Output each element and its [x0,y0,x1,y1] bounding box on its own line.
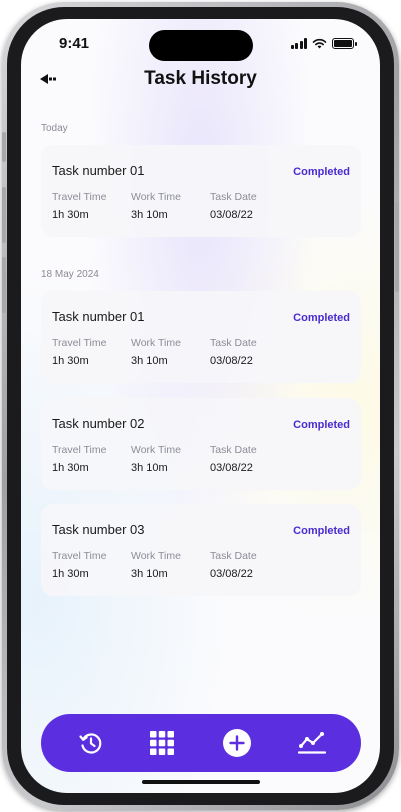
add-icon [223,729,251,757]
status-badge: Completed [293,419,350,431]
task-date-field: Task Date 03/08/22 [210,444,257,474]
field-value: 03/08/22 [210,568,253,580]
nav-chart-button[interactable] [297,728,327,758]
task-card[interactable]: Task number 02 Completed Travel Time 1h … [41,398,361,490]
field-label: Task Date [210,337,257,349]
field-value: 1h 30m [52,355,89,367]
volume-up-button [2,187,6,243]
battery-icon [332,38,357,49]
field-label: Task Date [210,444,257,456]
status-icons [290,38,357,49]
status-badge: Completed [293,166,350,178]
field-label: Task Date [210,191,257,203]
bottom-nav [41,714,361,772]
status-badge: Completed [293,525,350,537]
field-label: Task Date [210,550,257,562]
travel-time-field: Travel Time 1h 30m [52,550,106,580]
work-time-field: Work Time 3h 10m [131,444,181,474]
field-label: Work Time [131,444,181,456]
volume-down-button [2,257,6,313]
power-button [395,202,399,292]
task-date-field: Task Date 03/08/22 [210,550,257,580]
action-button [2,132,6,162]
travel-time-field: Travel Time 1h 30m [52,191,106,221]
task-card[interactable]: Task number 01 Completed Travel Time 1h … [41,145,361,237]
dynamic-island [149,30,253,61]
task-title: Task number 01 [52,163,145,178]
wifi-icon [312,38,327,49]
field-value: 1h 30m [52,209,89,221]
screen: 9:41 Task History Today Task number 01 C… [21,19,380,793]
task-date-field: Task Date 03/08/22 [210,191,257,221]
field-label: Travel Time [52,191,107,203]
task-title: Task number 01 [52,309,145,324]
field-value: 03/08/22 [210,355,253,367]
task-card[interactable]: Task number 03 Completed Travel Time 1h … [41,504,361,596]
field-value: 03/08/22 [210,462,253,474]
field-value: 3h 10m [131,462,168,474]
nav-history-button[interactable] [76,728,106,758]
task-title: Task number 03 [52,522,145,537]
field-value: 03/08/22 [210,209,253,221]
field-label: Travel Time [52,337,107,349]
travel-time-field: Travel Time 1h 30m [52,444,106,474]
task-title: Task number 02 [52,416,145,431]
field-label: Travel Time [52,444,107,456]
field-label: Work Time [131,191,181,203]
field-label: Work Time [131,550,181,562]
nav-grid-button[interactable] [147,728,177,758]
field-value: 1h 30m [52,568,89,580]
field-value: 3h 10m [131,209,168,221]
field-label: Work Time [131,337,181,349]
home-indicator [142,780,260,784]
field-value: 3h 10m [131,568,168,580]
task-card[interactable]: Task number 01 Completed Travel Time 1h … [41,291,361,383]
chart-icon [298,732,326,754]
field-value: 1h 30m [52,462,89,474]
section-label-today: Today [41,123,68,134]
cellular-signal-icon [290,38,307,49]
work-time-field: Work Time 3h 10m [131,191,181,221]
field-label: Travel Time [52,550,107,562]
travel-time-field: Travel Time 1h 30m [52,337,106,367]
page-title: Task History [144,68,257,89]
field-value: 3h 10m [131,355,168,367]
grid-icon [150,731,174,755]
history-icon [79,733,102,754]
status-time: 9:41 [59,35,90,52]
status-badge: Completed [293,312,350,324]
work-time-field: Work Time 3h 10m [131,337,181,367]
work-time-field: Work Time 3h 10m [131,550,181,580]
section-label-date: 18 May 2024 [41,269,99,280]
task-date-field: Task Date 03/08/22 [210,337,257,367]
nav-add-button[interactable] [222,728,252,758]
